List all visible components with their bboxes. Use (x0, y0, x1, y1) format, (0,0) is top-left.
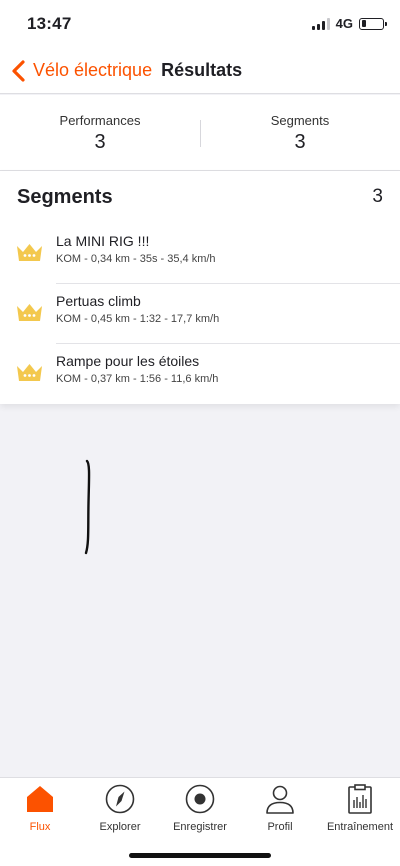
tab-profil[interactable]: Profil (240, 778, 320, 838)
person-icon (266, 785, 294, 814)
clipboard-chart-icon (348, 784, 372, 814)
segment-text: Rampe pour les étoiles KOM - 0,37 km - 1… (56, 353, 218, 385)
tab-label: Flux (29, 821, 51, 833)
segment-text: Pertuas climb KOM - 0,45 km - 1:32 - 17,… (56, 293, 219, 325)
segments-title: Segments (17, 185, 113, 208)
segment-row[interactable]: Rampe pour les étoiles KOM - 0,37 km - 1… (0, 343, 400, 403)
segment-meta: KOM - 0,37 km - 1:56 - 11,6 km/h (56, 373, 219, 385)
back-button[interactable]: Vélo électrique (10, 59, 153, 82)
summary-divider (200, 120, 201, 147)
summary-performances[interactable]: Performances 3 (0, 95, 200, 170)
page-title: Résultats (161, 60, 243, 80)
signal-icon (311, 17, 330, 30)
record-icon (185, 784, 215, 814)
status-bar: 13:47 4G (0, 0, 400, 48)
segments-header: Segments 3 (0, 171, 400, 223)
segment-name: Pertuas climb (56, 293, 141, 309)
nav-bar: Vélo électrique Résultats (0, 48, 400, 94)
tab-label: Profil (267, 821, 293, 833)
summary-segments[interactable]: Segments 3 (200, 95, 400, 170)
tab-label: Entraînement (326, 821, 394, 833)
summary-value: 3 (294, 131, 306, 153)
crown-icon (17, 304, 42, 321)
segment-text: La MINI RIG !!! KOM - 0,34 km - 35s - 35… (56, 233, 216, 265)
tab-label: Enregistrer (173, 821, 227, 833)
tab-explorer[interactable]: Explorer (80, 778, 160, 838)
battery-icon (359, 17, 387, 30)
status-time: 13:47 (27, 14, 72, 33)
compass-icon (105, 784, 135, 814)
tab-enregistrer[interactable]: Enregistrer (160, 778, 240, 838)
summary-label: Performances (59, 113, 141, 128)
status-indicators: 4G (311, 16, 387, 31)
segment-name: La MINI RIG !!! (56, 233, 150, 249)
tab-entrainement[interactable]: Entraînement (320, 778, 400, 838)
network-type: 4G (335, 16, 353, 31)
segment-meta: KOM - 0,34 km - 35s - 35,4 km/h (56, 253, 216, 265)
segment-row[interactable]: La MINI RIG !!! KOM - 0,34 km - 35s - 35… (0, 223, 400, 283)
tab-flux[interactable]: Flux (0, 778, 80, 838)
crown-icon (17, 364, 42, 381)
scribble-mark (84, 459, 91, 555)
segment-row[interactable]: Pertuas climb KOM - 0,45 km - 1:32 - 17,… (0, 283, 400, 343)
home-indicator (129, 853, 271, 858)
segments-count: 3 (372, 186, 383, 207)
segment-name: Rampe pour les étoiles (56, 353, 200, 369)
chevron-left-icon (12, 59, 25, 82)
segment-meta: KOM - 0,45 km - 1:32 - 17,7 km/h (56, 313, 220, 325)
home-icon (27, 786, 53, 812)
summary-label: Segments (270, 113, 330, 128)
back-label: Vélo électrique (33, 60, 153, 80)
crown-icon (17, 244, 42, 261)
summary-value: 3 (94, 131, 106, 153)
results-summary: Performances 3 Segments 3 (0, 95, 400, 171)
tab-bar: Flux Explorer Enregistrer Profil Entraîn… (0, 777, 400, 866)
segments-card: Segments 3 La MINI RIG !!! KOM - 0,34 km… (0, 171, 400, 404)
tab-label: Explorer (99, 821, 141, 833)
